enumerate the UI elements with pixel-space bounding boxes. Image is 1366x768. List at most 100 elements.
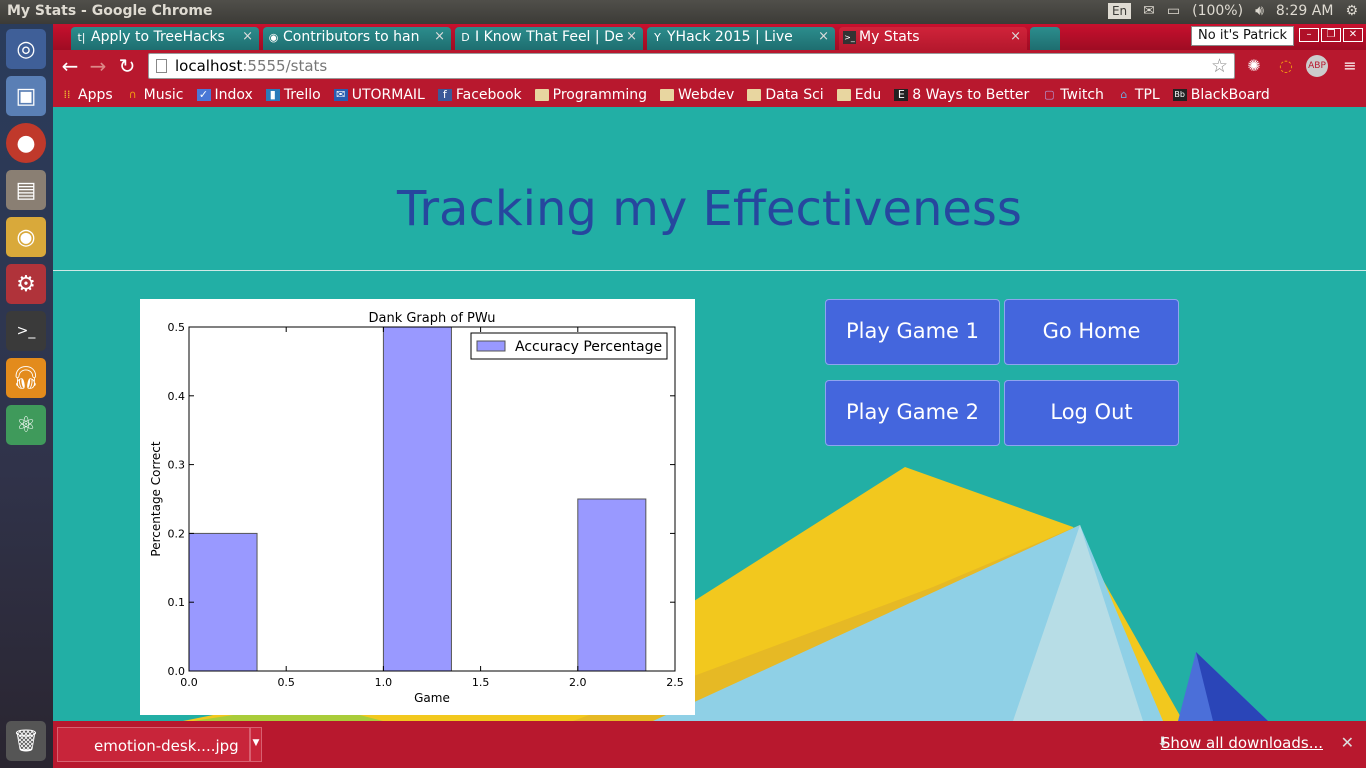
log-out-button[interactable]: Log Out bbox=[1004, 380, 1179, 446]
bookmark-label: Edu bbox=[854, 86, 882, 103]
unity-launcher: ◎ ▣ ● ▤ ◉ ⚙ >_ 🎧︎ ⚛ 🗑︎ bbox=[0, 24, 53, 768]
close-icon[interactable]: ✕ bbox=[1341, 733, 1354, 752]
close-icon[interactable]: × bbox=[434, 29, 445, 44]
facebook-icon: f bbox=[437, 88, 452, 101]
bookmark-label: Trello bbox=[283, 86, 321, 103]
tab-treehacks[interactable]: t| Apply to TreeHacks × bbox=[71, 27, 259, 50]
adblock-plus-icon[interactable]: ABP bbox=[1306, 55, 1328, 77]
bookmark-star-icon[interactable]: ☆ bbox=[1211, 55, 1228, 77]
show-all-downloads-link[interactable]: Show all downloads... bbox=[1161, 734, 1323, 752]
bookmark-apps[interactable]: ⁞⁞ Apps bbox=[60, 87, 113, 103]
mail-icon[interactable]: ✉ bbox=[1143, 3, 1155, 19]
y-tick-label: 0.1 bbox=[168, 596, 186, 609]
bookmark-label: Programming bbox=[552, 86, 648, 103]
bookmark-trello[interactable]: ▮ Trello bbox=[265, 86, 321, 103]
chart-bar bbox=[188, 532, 258, 672]
tpl-icon: ⌂ bbox=[1120, 87, 1128, 101]
tab-contributors[interactable]: ◉ Contributors to han × bbox=[263, 27, 451, 50]
tab-label: Contributors to han bbox=[283, 29, 420, 45]
legend-label: Accuracy Percentage bbox=[515, 339, 662, 355]
page-title: Tracking my Effectiveness bbox=[397, 181, 1022, 237]
d-favicon-icon: D bbox=[461, 31, 470, 44]
headphones-app-icon[interactable]: 🎧︎ bbox=[6, 358, 46, 398]
play-game-1-button[interactable]: Play Game 1 bbox=[825, 299, 1000, 365]
bookmark-blackboard[interactable]: Bb BlackBoard bbox=[1172, 87, 1270, 103]
folder-icon bbox=[534, 88, 549, 101]
battery-icon[interactable]: ▭ bbox=[1167, 3, 1180, 19]
url-host: localhost bbox=[175, 57, 243, 75]
close-icon[interactable]: × bbox=[818, 29, 829, 44]
tab-label: My Stats bbox=[859, 29, 920, 45]
restore-icon[interactable]: ❐ bbox=[1321, 28, 1341, 42]
x-tick-label: 0.5 bbox=[277, 676, 295, 689]
close-icon[interactable]: × bbox=[242, 29, 253, 44]
chrome-menu-icon[interactable]: ≡ bbox=[1339, 55, 1361, 77]
address-bar[interactable]: localhost:5555/stats ☆ bbox=[148, 53, 1235, 79]
bookmark-label: Facebook bbox=[455, 86, 522, 103]
play-game-2-button[interactable]: Play Game 2 bbox=[825, 380, 1000, 446]
extension-bug-icon[interactable]: ✺ bbox=[1243, 55, 1265, 77]
bookmark-facebook[interactable]: f Facebook bbox=[437, 86, 522, 103]
system-settings-icon[interactable]: ⚙ bbox=[6, 264, 46, 304]
close-icon[interactable]: × bbox=[1010, 29, 1021, 44]
window-title: My Stats - Google Chrome bbox=[7, 3, 213, 19]
mail-icon: ✉ bbox=[333, 88, 348, 101]
clock[interactable]: 8:29 AM bbox=[1276, 3, 1334, 19]
chrome-icon[interactable]: ◉ bbox=[6, 217, 46, 257]
bookmark-edu[interactable]: Edu bbox=[836, 86, 882, 103]
trash-icon[interactable]: 🗑︎ bbox=[6, 721, 46, 761]
tab-my-stats[interactable]: >_ My Stats × bbox=[839, 27, 1027, 50]
red-app-icon[interactable]: ● bbox=[6, 123, 46, 163]
bookmark-programming[interactable]: Programming bbox=[534, 86, 648, 103]
new-tab-button[interactable] bbox=[1030, 27, 1060, 50]
extension-swirl-icon[interactable]: ◌ bbox=[1275, 55, 1297, 77]
bookmark-label: Indox bbox=[214, 86, 253, 103]
cube-app-icon[interactable]: ▣ bbox=[6, 76, 46, 116]
bookmark-utormail[interactable]: ✉ UTORMAIL bbox=[333, 86, 425, 103]
y-tick-label: 0.3 bbox=[168, 459, 186, 472]
download-item[interactable]: emotion-desk....jpg bbox=[57, 727, 250, 762]
atom-icon[interactable]: ⚛ bbox=[6, 405, 46, 445]
files-icon[interactable]: ▤ bbox=[6, 170, 46, 210]
close-window-icon[interactable]: ✕ bbox=[1343, 28, 1363, 42]
ubuntu-dash-icon[interactable]: ◎ bbox=[6, 29, 46, 69]
x-tick-label: 1.5 bbox=[472, 676, 490, 689]
chevron-down-icon[interactable]: ▼ bbox=[250, 727, 262, 762]
tab-iknowthatfeel[interactable]: D I Know That Feel | De × bbox=[455, 27, 643, 50]
bookmark-label: Data Sci bbox=[765, 86, 824, 103]
yhack-favicon-icon: Y bbox=[654, 31, 661, 44]
treehacks-favicon-icon: t| bbox=[77, 31, 86, 44]
bookmarks-bar: ⁞⁞ Apps ∩ Music ✓ Indox ▮ Trello ✉ UTORMAIL f… bbox=[53, 82, 1366, 107]
y-tick-label: 0.5 bbox=[168, 321, 186, 334]
bookmark-twitch[interactable]: ▢ Twitch bbox=[1042, 87, 1104, 103]
tab-label: YHack 2015 | Live bbox=[667, 29, 793, 45]
browser-toolbar: ← → ↻ localhost:5555/stats ☆ ✺ ◌ ABP ≡ bbox=[53, 50, 1366, 82]
terminal-icon[interactable]: >_ bbox=[6, 311, 46, 351]
profile-button[interactable]: No it's Patrick bbox=[1191, 26, 1294, 46]
folder-icon bbox=[836, 88, 851, 101]
volume-icon[interactable]: 🔊︎ bbox=[1255, 3, 1264, 19]
close-icon[interactable]: × bbox=[626, 29, 637, 44]
bookmark-label: UTORMAIL bbox=[351, 86, 425, 103]
apps-grid-icon: ⁞⁞ bbox=[63, 87, 71, 101]
tab-label: I Know That Feel | De bbox=[475, 29, 624, 45]
bookmark-music[interactable]: ∩ Music bbox=[126, 87, 184, 103]
forward-arrow-icon[interactable]: → bbox=[87, 55, 109, 77]
bookmark-tpl[interactable]: ⌂ TPL bbox=[1117, 87, 1159, 103]
tab-yhack[interactable]: Y YHack 2015 | Live × bbox=[647, 27, 835, 50]
bookmark-data-sci[interactable]: Data Sci bbox=[747, 86, 824, 103]
bookmark-label: Apps bbox=[78, 86, 113, 103]
reload-icon[interactable]: ↻ bbox=[116, 55, 138, 77]
bookmark-label: 8 Ways to Better bbox=[912, 86, 1030, 103]
settings-gear-icon[interactable]: ⚙ bbox=[1345, 3, 1358, 19]
back-arrow-icon[interactable]: ← bbox=[59, 55, 81, 77]
bookmark-8-ways[interactable]: E8 Ways to Better bbox=[894, 87, 1029, 103]
bookmark-indox[interactable]: ✓ Indox bbox=[196, 86, 253, 103]
tab-label: Apply to TreeHacks bbox=[91, 29, 225, 45]
headphones-icon: ∩ bbox=[128, 87, 137, 101]
go-home-button[interactable]: Go Home bbox=[1004, 299, 1179, 365]
chart-bar bbox=[382, 326, 452, 672]
minimize-icon[interactable]: – bbox=[1299, 28, 1319, 42]
bookmark-webdev[interactable]: Webdev bbox=[660, 87, 734, 103]
keyboard-indicator[interactable]: En bbox=[1107, 3, 1132, 19]
